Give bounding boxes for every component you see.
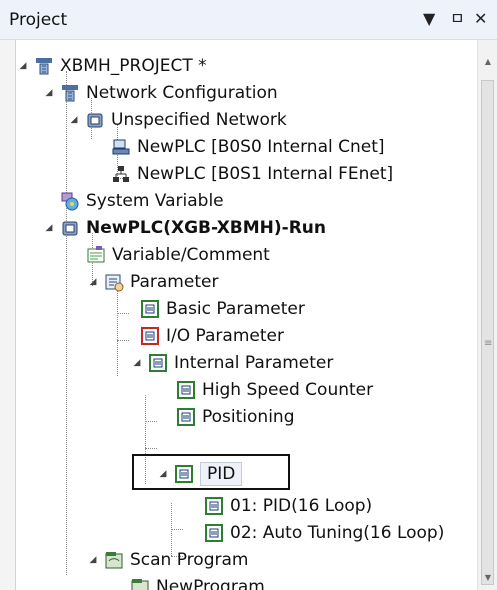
project-panel: Project ▼ ㅁ ✕ ◢ XBMH_PROJECT * ◢ Network… [0, 0, 497, 590]
tree-item-scan-program[interactable]: ◢ Scan Program [86, 546, 249, 573]
tree-item-label: Unspecified Network [111, 109, 287, 130]
pid-highlight-box [132, 454, 290, 490]
tree-item-network-configuration[interactable]: ◢ Network Configuration [42, 79, 278, 106]
variable-comment-icon [86, 245, 106, 265]
tree-item-auto-tuning[interactable]: 02: Auto Tuning(16 Loop) [204, 519, 444, 546]
project-tree: ◢ XBMH_PROJECT * ◢ Network Configuration… [16, 40, 476, 590]
tree-item-plc[interactable]: ◢ NewPLC(XGB-XBMH)-Run [42, 214, 327, 241]
system-variable-icon [60, 191, 80, 211]
network-config-icon [60, 83, 80, 103]
io-parameter-icon [140, 326, 160, 346]
tree-item-system-variable[interactable]: System Variable [60, 187, 224, 214]
tree-item-label: Positioning [202, 406, 295, 427]
tree-item-label: Parameter [130, 271, 219, 292]
tree-item-fenet[interactable]: NewPLC [B0S1 Internal FEnet] [111, 160, 393, 187]
tree-item-label: Internal Parameter [174, 352, 334, 373]
tree-item-label: Scan Program [130, 549, 249, 570]
tree-item-label: High Speed Counter [202, 379, 374, 400]
tree-item-label: NewPLC [B0S0 Internal Cnet] [137, 136, 385, 157]
parameter-item-icon [176, 380, 196, 400]
pin-icon[interactable]: ㅁ [450, 9, 465, 29]
tree-item-variable-comment[interactable]: Variable/Comment [86, 241, 270, 268]
tree-item-label: Variable/Comment [112, 244, 270, 265]
tree-item-pid-loop[interactable]: 01: PID(16 Loop) [204, 492, 372, 519]
tree-item-cnet[interactable]: NewPLC [B0S0 Internal Cnet] [111, 133, 385, 160]
basic-parameter-icon [140, 299, 160, 319]
tree-item-positioning[interactable]: Positioning [176, 403, 294, 430]
grip-icon: ≡ [484, 338, 493, 349]
plc-icon [60, 218, 80, 238]
panel-title: Project [9, 10, 68, 30]
tree-item-high-speed-counter[interactable]: High Speed Counter [176, 376, 373, 403]
parameter-icon [104, 272, 124, 292]
network-folder-icon [85, 110, 105, 130]
tree-item-label: 01: PID(16 Loop) [230, 495, 373, 516]
left-edge [0, 40, 16, 590]
expand-icon[interactable]: ◢ [42, 223, 56, 233]
tree-item-label: System Variable [86, 190, 224, 211]
dropdown-icon[interactable]: ▼ [423, 9, 435, 29]
expand-icon[interactable]: ◢ [67, 115, 81, 125]
parameter-item-icon [204, 496, 224, 516]
tree-item-internal-parameter[interactable]: ◢ Internal Parameter [130, 349, 334, 376]
tree-item-label: NewPLC(XGB-XBMH)-Run [86, 217, 327, 238]
tree-item-unspecified-network[interactable]: ◢ Unspecified Network [67, 106, 287, 133]
tree-item-parameter[interactable]: ◢ Parameter [86, 268, 219, 295]
expand-icon[interactable]: ◢ [130, 358, 144, 368]
expand-icon[interactable]: ◢ [86, 277, 100, 287]
tree-item-new-program[interactable]: NewProgram [130, 573, 265, 590]
expand-icon[interactable]: ◢ [42, 88, 56, 98]
panel-titlebar: Project ▼ ㅁ ✕ [0, 0, 497, 40]
scroll-up-icon[interactable]: ▲ [478, 57, 497, 66]
tree-item-label: XBMH_PROJECT * [60, 55, 207, 76]
tree-item-project[interactable]: ◢ XBMH_PROJECT * [16, 52, 207, 79]
expand-icon[interactable]: ◢ [86, 555, 100, 565]
cnet-icon [111, 137, 131, 157]
internal-parameter-icon [148, 353, 168, 373]
tree-item-label: NewPLC [B0S1 Internal FEnet] [137, 163, 394, 184]
tree-item-basic-parameter[interactable]: Basic Parameter [140, 295, 305, 322]
parameter-item-icon [176, 407, 196, 427]
scroll-thumb[interactable]: ≡ [481, 80, 494, 585]
scan-program-icon [104, 550, 124, 570]
tree-item-label: Basic Parameter [166, 298, 305, 319]
tree-item-label: NewProgram [156, 576, 265, 590]
tree-item-label: 02: Auto Tuning(16 Loop) [230, 522, 445, 543]
program-icon [130, 577, 150, 590]
tree-item-label: Network Configuration [86, 82, 278, 103]
scroll-down-icon[interactable]: ▼ [478, 573, 497, 582]
vertical-scrollbar[interactable]: ▲ ≡ ▼ [477, 40, 497, 590]
tree-item-label: I/O Parameter [166, 325, 284, 346]
tree-item-io-parameter[interactable]: I/O Parameter [140, 322, 284, 349]
close-icon[interactable]: ✕ [474, 9, 487, 29]
parameter-item-icon [204, 523, 224, 543]
fenet-icon [111, 164, 131, 184]
project-icon [34, 56, 54, 76]
expand-icon[interactable]: ◢ [16, 61, 30, 71]
